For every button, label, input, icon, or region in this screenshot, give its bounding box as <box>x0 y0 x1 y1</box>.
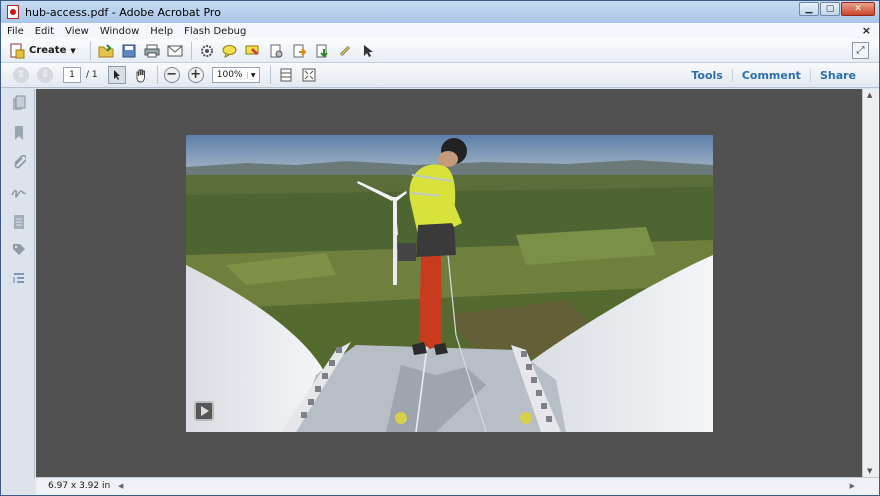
create-label: Create <box>29 45 67 56</box>
menu-view[interactable]: View <box>65 26 89 37</box>
play-icon[interactable] <box>194 401 214 421</box>
menu-flash-debug[interactable]: Flash Debug <box>184 26 246 37</box>
attachments-icon[interactable] <box>11 154 28 170</box>
gear-icon[interactable] <box>198 42 216 60</box>
next-page-button[interactable]: ⇩ <box>37 67 53 83</box>
scroll-right-icon[interactable]: ▶ <box>850 482 855 490</box>
bookmarks-icon[interactable] <box>11 125 27 141</box>
fit-page-icon[interactable] <box>300 66 318 84</box>
window-controls: ▁ ▢ ✕ <box>799 2 875 16</box>
menu-file[interactable]: File <box>7 26 24 37</box>
download-document-icon[interactable] <box>313 42 331 60</box>
wind-turbine-worker-image <box>186 135 713 432</box>
hand-tool-icon[interactable] <box>132 66 150 84</box>
toolbar-divider <box>156 66 158 84</box>
menu-bar: File Edit View Window Help Flash Debug × <box>1 23 879 39</box>
pointer-tool-icon[interactable] <box>359 42 377 60</box>
navigation-pane <box>1 89 35 479</box>
quick-tools-toolbar: Create ▼ ⤢ <box>1 39 879 63</box>
navigation-pane-footer <box>1 479 36 495</box>
menu-window[interactable]: Window <box>100 26 139 37</box>
highlight-comment-icon[interactable] <box>244 42 262 60</box>
menu-help[interactable]: Help <box>150 26 173 37</box>
content-list-icon[interactable] <box>11 272 27 288</box>
zoom-level-select[interactable]: 100% ▼ <box>211 67 260 83</box>
title-bar[interactable]: hub-access.pdf - Adobe Acrobat Pro ▁ ▢ ✕ <box>1 1 879 23</box>
document-settings-icon[interactable] <box>267 42 285 60</box>
zoom-level-value: 100% <box>216 70 243 80</box>
create-pdf-icon <box>10 43 25 58</box>
page-total-label: / 1 <box>86 70 98 80</box>
menu-edit[interactable]: Edit <box>35 26 54 37</box>
text-select-icon <box>113 70 120 80</box>
open-folder-icon[interactable] <box>97 42 115 60</box>
comment-pane-link[interactable]: Comment <box>731 69 810 82</box>
navigation-toolbar: ⇧ ⇩ 1 / 1 − + 100% ▼ Tools Comment Share <box>1 63 879 88</box>
email-icon[interactable] <box>166 42 184 60</box>
chevron-down-icon[interactable]: ▼ <box>246 71 259 79</box>
zoom-in-button[interactable]: + <box>187 67 204 83</box>
maximize-button[interactable]: ▢ <box>820 2 840 16</box>
fit-width-icon[interactable] <box>277 66 295 84</box>
print-icon[interactable] <box>143 42 161 60</box>
acrobat-window: hub-access.pdf - Adobe Acrobat Pro ▁ ▢ ✕… <box>0 0 880 496</box>
share-pane-link[interactable]: Share <box>809 69 865 82</box>
zoom-out-button[interactable]: − <box>163 67 180 83</box>
window-title: hub-access.pdf - Adobe Acrobat Pro <box>25 5 221 19</box>
tools-pane-link[interactable]: Tools <box>682 69 731 82</box>
close-document-button[interactable]: × <box>862 24 871 37</box>
chevron-down-icon: ▼ <box>70 46 76 55</box>
scroll-down-icon[interactable]: ▼ <box>867 467 872 475</box>
previous-page-button[interactable]: ⇧ <box>13 67 29 83</box>
tags-icon[interactable] <box>11 243 27 259</box>
page-thumbnails-icon[interactable] <box>11 95 27 111</box>
create-button[interactable]: Create ▼ <box>9 43 76 59</box>
page-size-readout: 6.97 x 3.92 in <box>48 481 111 491</box>
close-window-button[interactable]: ✕ <box>841 2 875 16</box>
link-icon[interactable] <box>336 42 354 60</box>
embedded-video-frame[interactable] <box>186 135 713 432</box>
select-tool-button[interactable] <box>107 66 126 84</box>
status-bar: 6.97 x 3.92 in ◀ ▶ <box>36 477 879 495</box>
toolbar-divider <box>269 66 271 84</box>
minimize-button[interactable]: ▁ <box>799 2 819 16</box>
signatures-icon[interactable] <box>11 184 27 200</box>
scroll-up-icon[interactable]: ▲ <box>867 91 872 99</box>
toolbar-divider <box>190 41 192 60</box>
pdf-app-icon <box>7 5 19 19</box>
expand-icon[interactable]: ⤢ <box>852 42 869 59</box>
task-pane-links: Tools Comment Share <box>682 69 865 82</box>
document-view[interactable] <box>36 89 862 477</box>
toolbar-divider <box>89 41 91 60</box>
page-number-input[interactable]: 1 <box>63 67 81 83</box>
vertical-scrollbar[interactable]: ▲ ▼ <box>862 89 879 477</box>
scroll-left-icon[interactable]: ◀ <box>118 482 123 490</box>
comment-bubble-icon[interactable] <box>221 42 239 60</box>
save-icon[interactable] <box>120 42 138 60</box>
page-document-icon[interactable] <box>11 214 27 230</box>
export-document-icon[interactable] <box>290 42 308 60</box>
